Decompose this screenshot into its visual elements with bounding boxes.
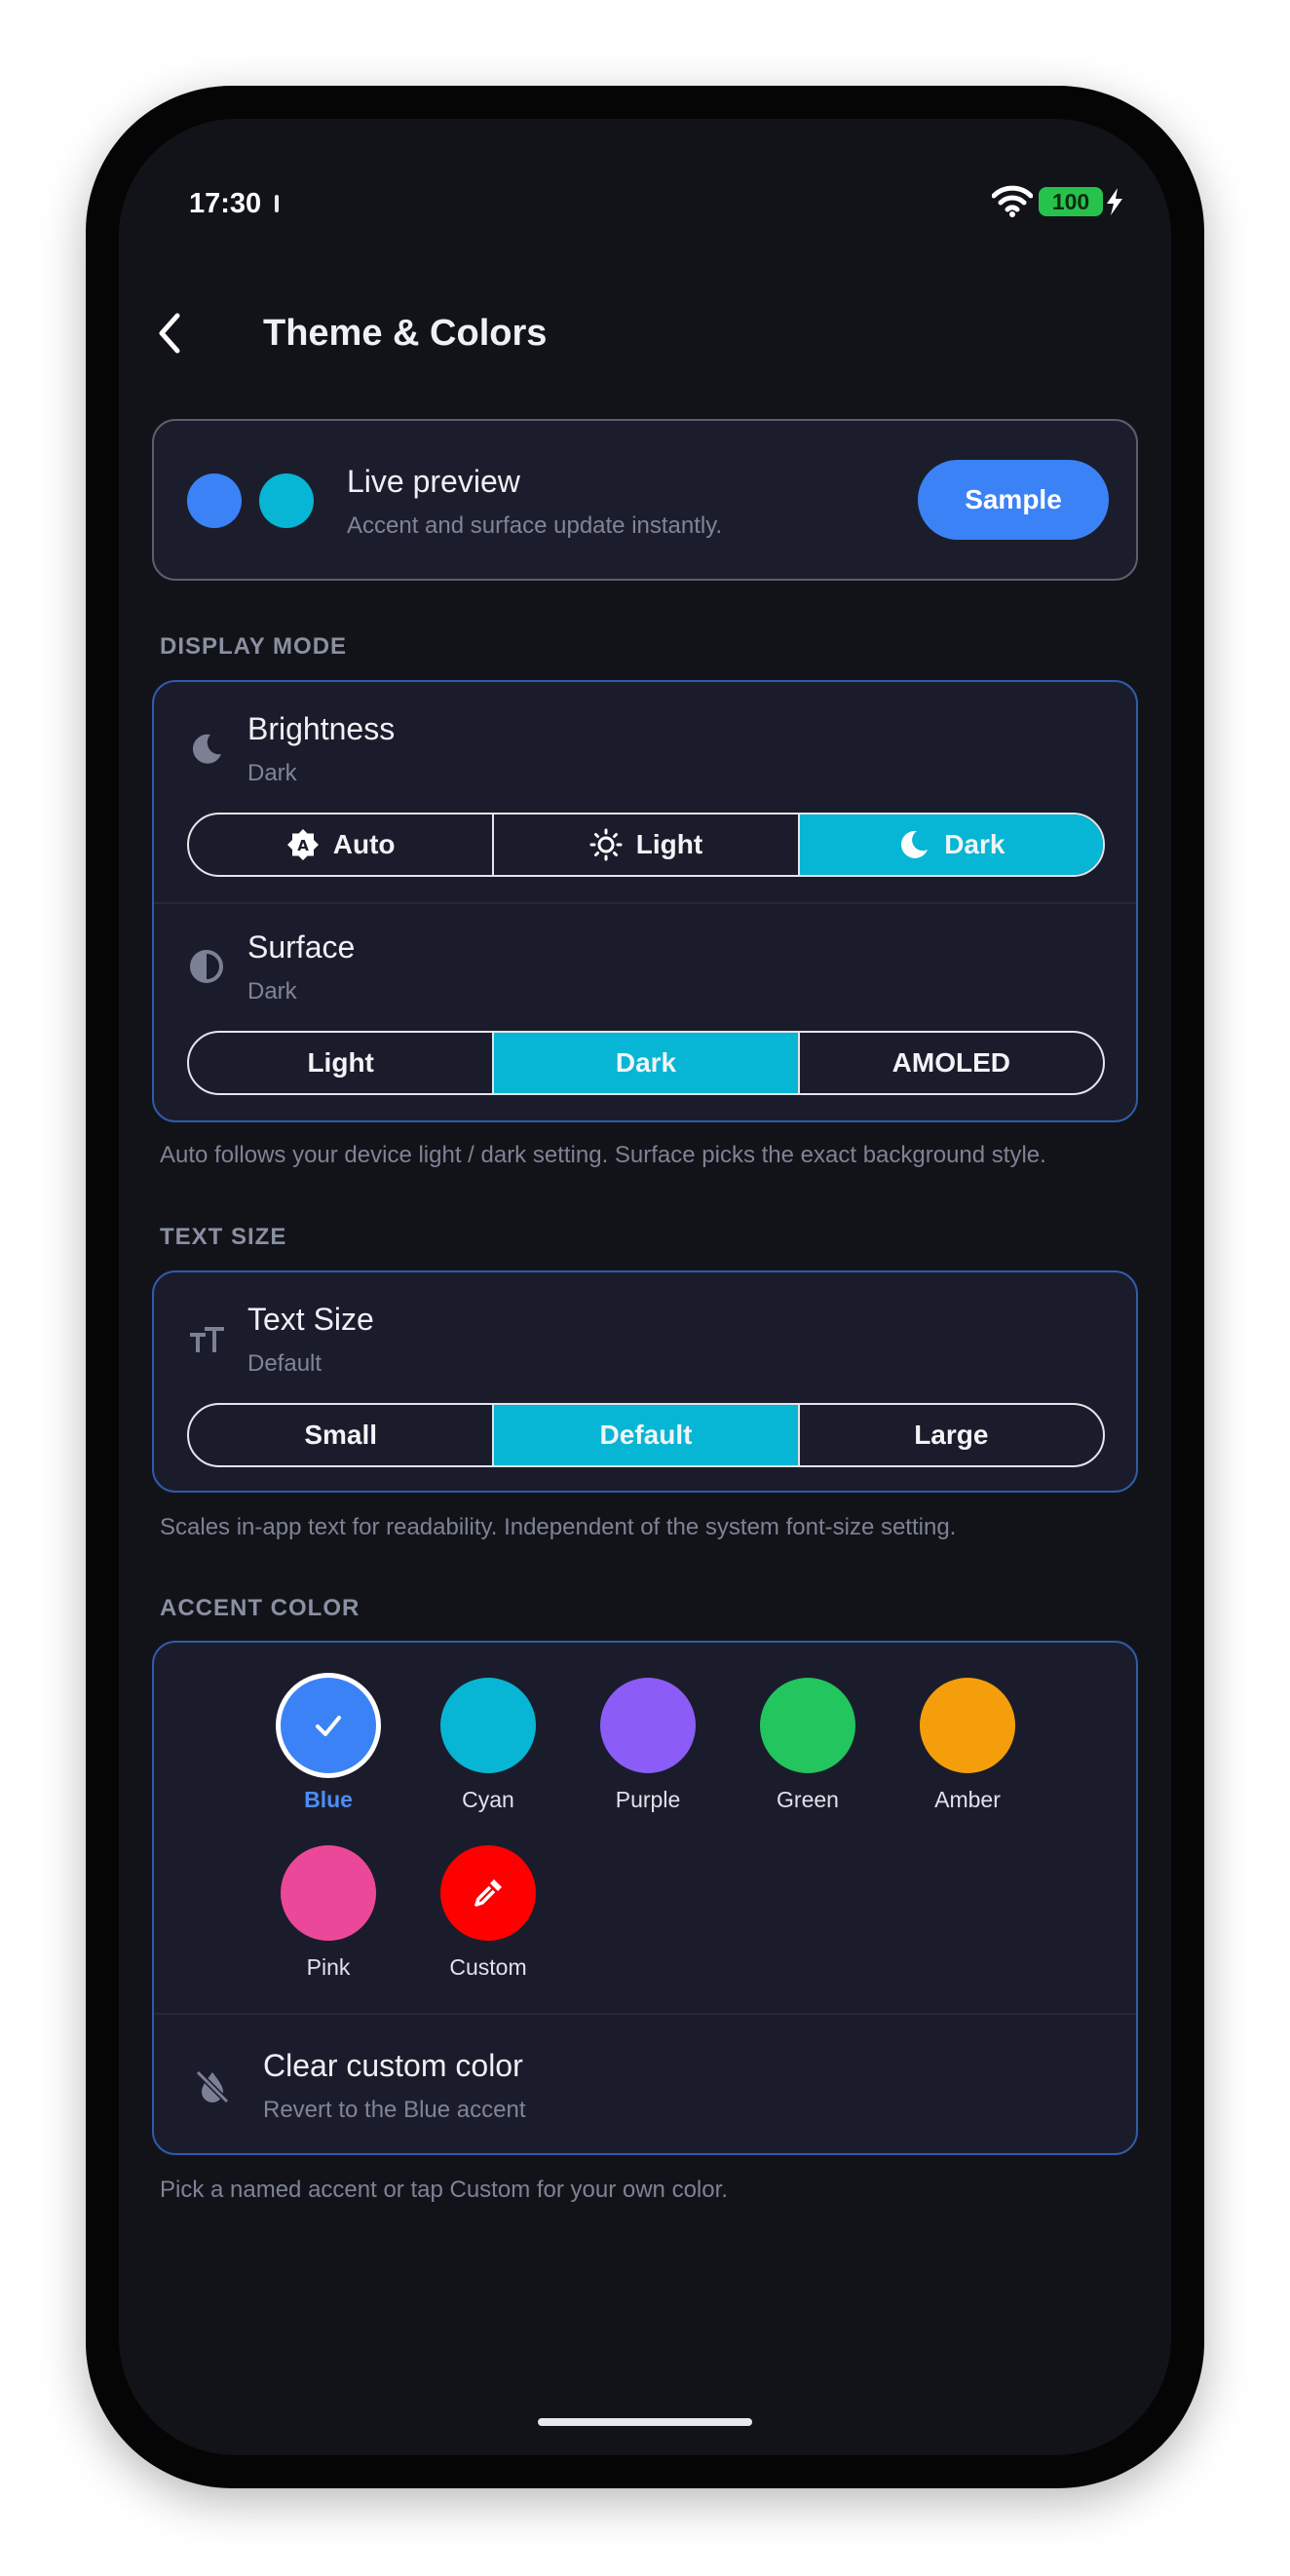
sun-icon (589, 828, 623, 861)
svg-text:A: A (297, 837, 309, 854)
text-size-value: Default (247, 1350, 322, 1377)
contrast-icon (190, 950, 223, 983)
accent-label-green: Green (777, 1787, 839, 1812)
accent-label-amber: Amber (934, 1787, 1001, 1812)
accent-label-custom: Custom (449, 1954, 527, 1980)
display-mode-helper-text: Auto follows your device light / dark se… (160, 1142, 1046, 1168)
accent-swatch-green[interactable] (760, 1678, 855, 1773)
brightness-option-light[interactable]: Light (494, 814, 800, 875)
text-size-option-default[interactable]: Default (494, 1405, 800, 1465)
text-size-option-label: Default (599, 1420, 693, 1450)
page-title: Theme & Colors (263, 313, 548, 354)
surface-segmented-control: Light Dark AMOLED (187, 1031, 1105, 1095)
surface-title: Surface (247, 929, 356, 965)
accent-label-purple: Purple (615, 1787, 681, 1812)
surface-option-amoled[interactable]: AMOLED (800, 1033, 1103, 1093)
accent-label-blue: Blue (304, 1787, 353, 1812)
accent-color-card: Blue Cyan Purple Green Amber Pink Custom (152, 1641, 1138, 2155)
preview-secondary-dot (259, 474, 314, 528)
text-size-card: Text Size Default Small Default Large (152, 1270, 1138, 1493)
accent-swatch-purple[interactable] (600, 1678, 696, 1773)
preview-subtitle: Accent and surface update instantly. (347, 512, 723, 539)
app-header: Theme & Colors (119, 294, 1171, 372)
live-preview-card: Live preview Accent and surface update i… (152, 419, 1138, 581)
moon-icon (192, 734, 221, 764)
accent-helper-text: Pick a named accent or tap Custom for yo… (160, 2177, 728, 2203)
sample-button[interactable]: Sample (918, 460, 1109, 540)
section-label-text-size: TEXT SIZE (160, 1224, 287, 1250)
auto-brightness-icon: A (286, 829, 319, 860)
text-size-title: Text Size (247, 1302, 374, 1337)
text-size-helper-text: Scales in-app text for readability. Inde… (160, 1514, 957, 1540)
preview-accent-dot (187, 474, 242, 528)
status-time: 17:30 (189, 188, 262, 219)
eyedropper-icon (474, 1879, 502, 1907)
color-off-icon (195, 2069, 230, 2104)
checkmark-icon (316, 1716, 341, 1736)
divider (154, 902, 1136, 904)
brightness-title: Brightness (247, 711, 396, 746)
text-size-option-label: Small (304, 1420, 378, 1450)
accent-swatch-custom[interactable] (440, 1845, 536, 1941)
accent-label-pink: Pink (306, 1954, 351, 1980)
surface-value: Dark (247, 978, 297, 1004)
surface-option-dark[interactable]: Dark (494, 1033, 800, 1093)
brightness-option-auto[interactable]: A Auto (189, 814, 495, 875)
section-label-accent-color: ACCENT COLOR (160, 1595, 360, 1621)
wifi-icon (992, 185, 1033, 217)
surface-option-label: Light (307, 1047, 374, 1078)
preview-title: Live preview (347, 464, 520, 499)
brightness-option-label: Light (635, 829, 703, 859)
moon-icon (901, 830, 929, 858)
accent-swatch-cyan[interactable] (440, 1678, 536, 1773)
status-bar: 17:30 100 (119, 179, 1171, 228)
accent-swatch-pink[interactable] (281, 1845, 376, 1941)
accent-swatch-amber[interactable] (920, 1678, 1015, 1773)
accent-swatch-blue[interactable] (281, 1678, 376, 1773)
brightness-segmented-control: A Auto Light Dark (187, 813, 1105, 877)
home-indicator[interactable] (538, 2418, 752, 2426)
surface-option-light[interactable]: Light (189, 1033, 495, 1093)
text-size-option-large[interactable]: Large (800, 1405, 1103, 1465)
clear-custom-color-subtitle: Revert to the Blue accent (263, 2097, 526, 2123)
screen: 17:30 100 Theme & Colors Live preview Ac… (119, 119, 1171, 2455)
back-arrow-icon[interactable] (142, 304, 201, 362)
charging-bolt-icon (1107, 188, 1122, 215)
brightness-value: Dark (247, 760, 297, 786)
section-label-display-mode: DISPLAY MODE (160, 633, 348, 660)
clear-custom-color-title: Clear custom color (263, 2048, 523, 2083)
clear-custom-color-row[interactable]: Clear custom color Revert to the Blue ac… (154, 2015, 1136, 2155)
text-size-option-label: Large (914, 1420, 989, 1450)
brightness-option-label: Auto (332, 829, 396, 859)
brightness-option-label: Dark (944, 829, 1005, 859)
surface-option-label: AMOLED (892, 1047, 1010, 1078)
surface-option-label: Dark (615, 1047, 677, 1078)
notification-icon (275, 195, 279, 212)
text-size-icon (190, 1327, 224, 1352)
display-mode-card: Brightness Dark A Auto Light Dark Surfac… (152, 680, 1138, 1122)
text-size-option-small[interactable]: Small (189, 1405, 495, 1465)
battery-indicator: 100 (1039, 187, 1103, 216)
text-size-segmented-control: Small Default Large (187, 1403, 1105, 1467)
brightness-option-dark[interactable]: Dark (799, 814, 1103, 875)
accent-label-cyan: Cyan (462, 1787, 514, 1812)
